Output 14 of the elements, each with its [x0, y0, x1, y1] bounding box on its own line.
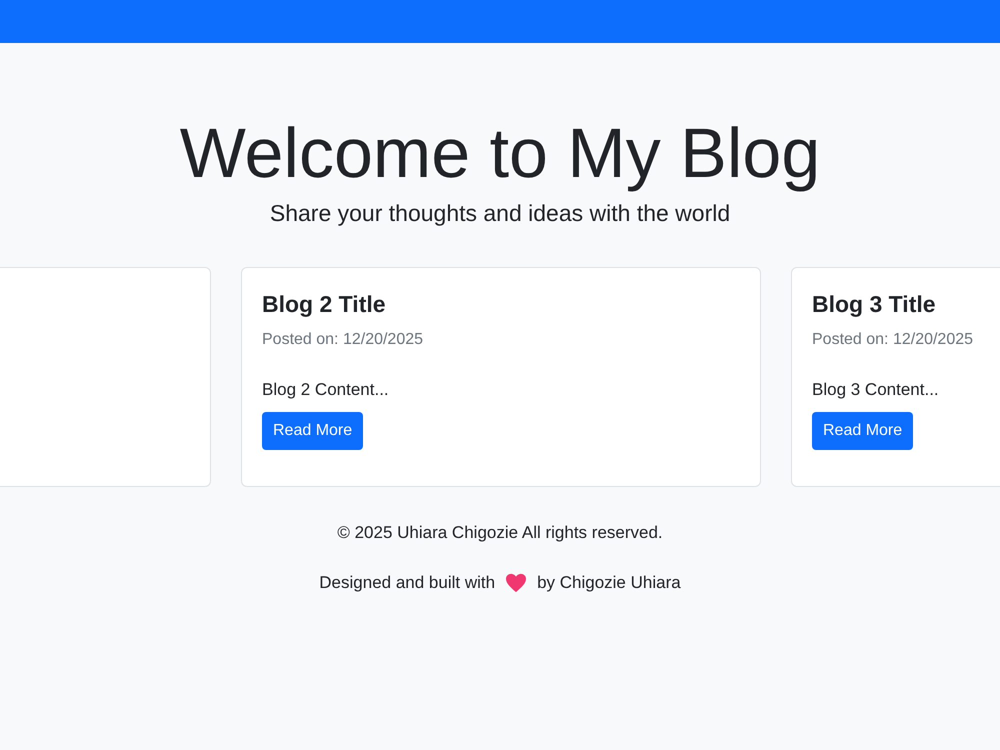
- heart-icon: [505, 573, 528, 593]
- copyright-text: © 2025 Uhiara Chigozie All rights reserved.: [337, 522, 663, 544]
- credit-text: by Chigozie Uhiara: [537, 572, 681, 594]
- post-excerpt: Blog 3 Content...: [812, 379, 939, 401]
- read-more-button[interactable]: Read More: [812, 412, 914, 450]
- post-date: Posted on: 12/20/2025: [262, 330, 424, 350]
- page-title: Welcome to My Blog: [180, 113, 820, 193]
- post-date: Posted on: 12/20/2025: [812, 330, 974, 350]
- card-title: Blog 2 Title: [262, 290, 386, 319]
- read-more-button[interactable]: Read More: [262, 412, 364, 450]
- page-subtitle: Share your thoughts and ideas with the world: [270, 199, 730, 228]
- post-excerpt: Blog 2 Content...: [262, 379, 389, 401]
- card-title: Blog 3 Title: [812, 290, 936, 319]
- credit-text: Designed and built with: [319, 572, 496, 594]
